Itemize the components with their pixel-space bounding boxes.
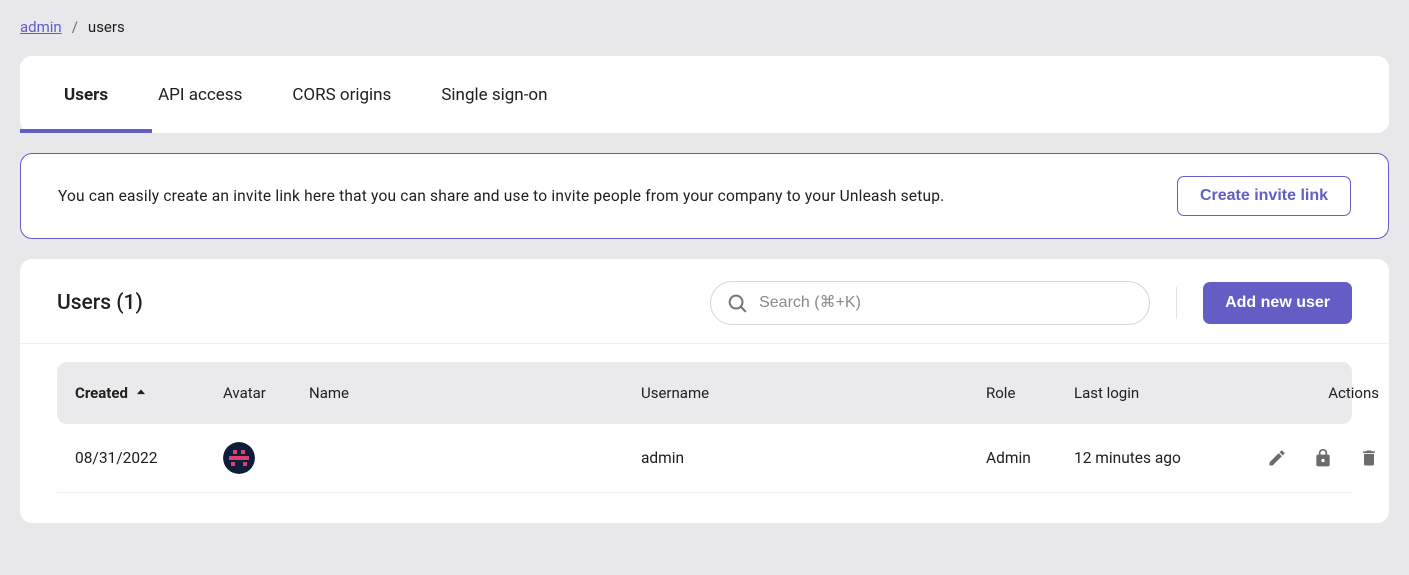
cell-last-login: 12 minutes ago xyxy=(1074,449,1229,467)
edit-icon[interactable] xyxy=(1267,448,1287,468)
table-row: 08/31/2022 admin Admin xyxy=(57,424,1352,493)
search-icon xyxy=(726,292,748,314)
cell-role: Admin xyxy=(986,449,1074,467)
breadcrumb-separator: / xyxy=(72,18,78,36)
table-header-row: Created Avatar Name Username Role Last l… xyxy=(57,362,1352,424)
column-name[interactable]: Name xyxy=(309,384,641,402)
column-last-login[interactable]: Last login xyxy=(1074,384,1229,402)
users-title: Users (1) xyxy=(57,291,143,315)
column-avatar: Avatar xyxy=(223,384,309,402)
create-invite-link-button[interactable]: Create invite link xyxy=(1177,176,1351,216)
column-created-label: Created xyxy=(75,384,128,402)
column-created[interactable]: Created xyxy=(75,384,223,402)
lock-icon[interactable] xyxy=(1313,448,1333,468)
cell-created: 08/31/2022 xyxy=(75,449,223,467)
column-username[interactable]: Username xyxy=(641,384,986,402)
tab-api-access[interactable]: API access xyxy=(158,56,242,133)
breadcrumb-current: users xyxy=(88,18,125,36)
cell-username: admin xyxy=(641,449,986,467)
users-table: Created Avatar Name Username Role Last l… xyxy=(20,344,1389,493)
users-header-right: Add new user xyxy=(710,281,1352,325)
cell-actions xyxy=(1229,448,1379,468)
tab-single-sign-on[interactable]: Single sign-on xyxy=(441,56,547,133)
breadcrumb: admin / users xyxy=(20,18,1389,36)
tab-cors-origins[interactable]: CORS origins xyxy=(292,56,391,133)
sort-ascending-icon xyxy=(134,386,148,400)
column-role[interactable]: Role xyxy=(986,384,1074,402)
avatar xyxy=(223,442,255,474)
search-input[interactable] xyxy=(710,281,1150,325)
add-new-user-button[interactable]: Add new user xyxy=(1203,282,1352,324)
breadcrumb-admin-link[interactable]: admin xyxy=(20,18,62,36)
cell-avatar xyxy=(223,442,309,474)
search-container xyxy=(710,281,1150,325)
invite-banner: You can easily create an invite link her… xyxy=(20,153,1389,239)
trash-icon[interactable] xyxy=(1359,448,1379,468)
invite-text: You can easily create an invite link her… xyxy=(58,187,944,205)
tab-users[interactable]: Users xyxy=(64,56,108,133)
vertical-divider xyxy=(1176,287,1177,319)
users-card: Users (1) Add new user Created Avatar Na… xyxy=(20,259,1389,523)
tabs-bar: Users API access CORS origins Single sig… xyxy=(20,56,1389,133)
users-card-header: Users (1) Add new user xyxy=(20,281,1389,344)
column-actions: Actions xyxy=(1229,384,1379,402)
